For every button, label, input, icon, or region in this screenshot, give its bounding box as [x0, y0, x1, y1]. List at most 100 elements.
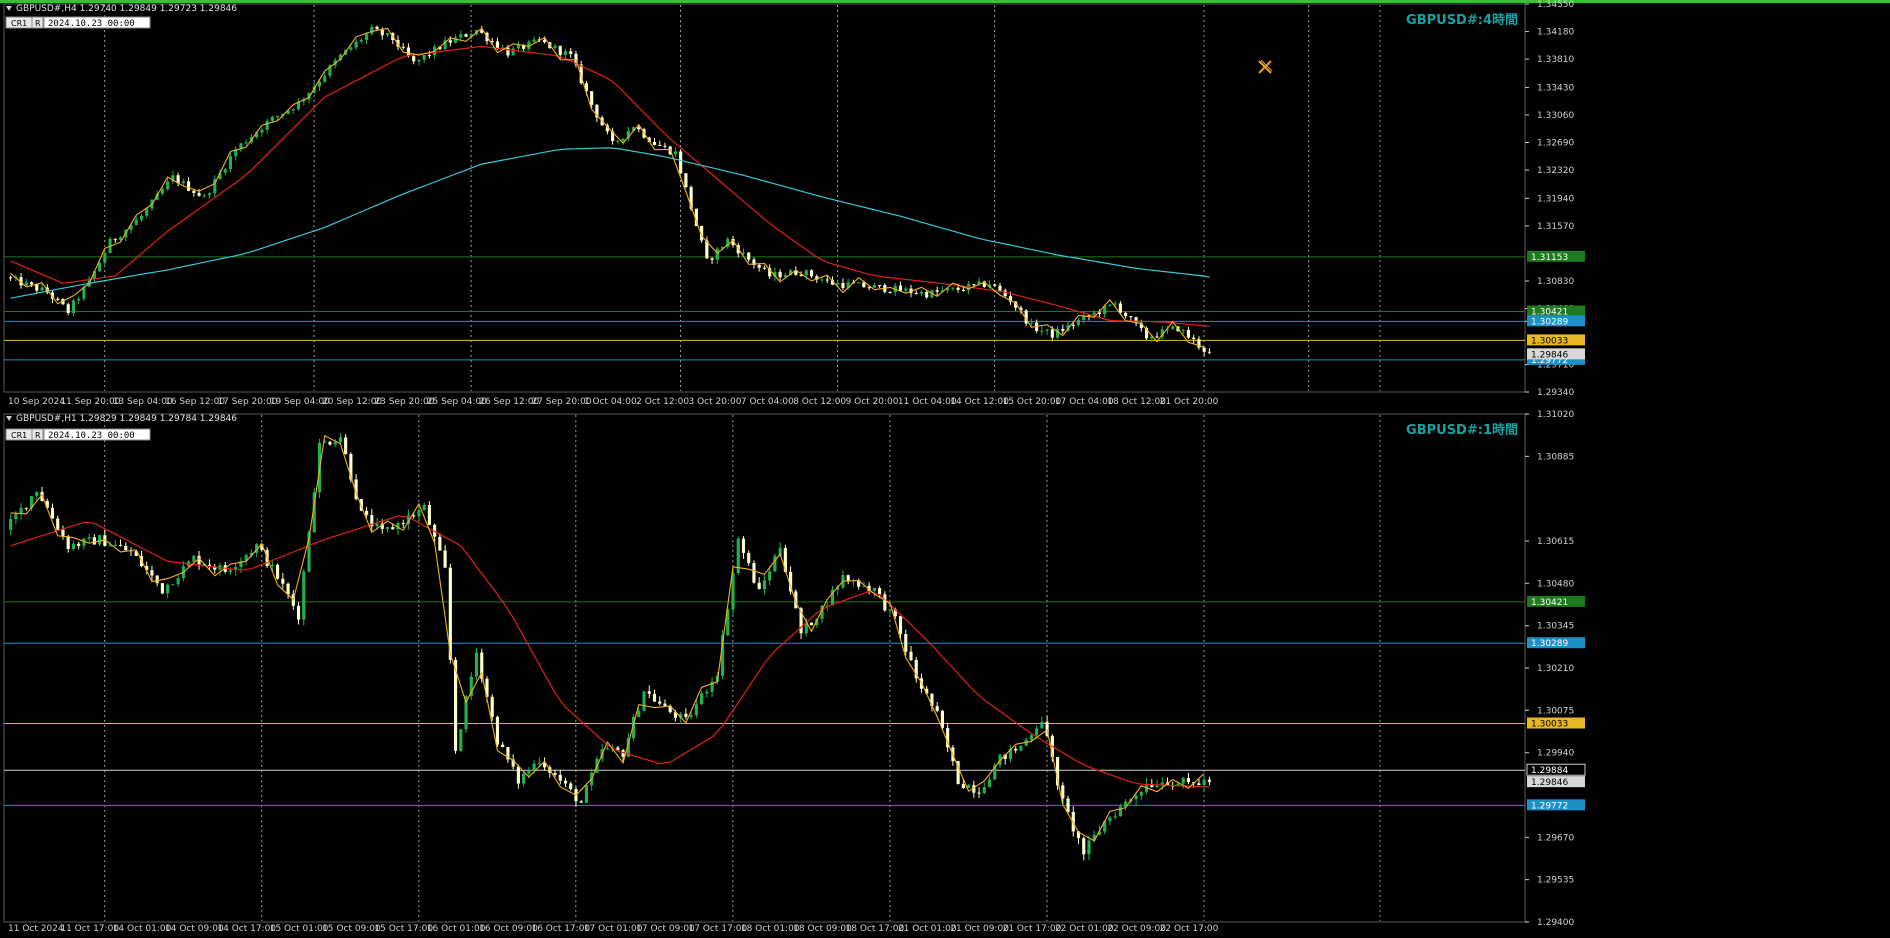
x-tick-label: 14 Oct 01:00	[113, 924, 172, 934]
candle-body	[663, 145, 667, 147]
candle-body	[270, 116, 274, 121]
candle-body	[228, 570, 233, 572]
triangle-down-icon[interactable]	[6, 416, 12, 421]
candle-body	[202, 195, 206, 197]
candle-body	[417, 59, 421, 62]
x-tick-label: 26 Sep 12:00	[479, 397, 539, 407]
candle-body	[563, 51, 568, 56]
triangle-down-icon[interactable]	[6, 6, 12, 11]
candle-body	[412, 56, 416, 62]
current-price-label: 1.29846	[1531, 350, 1568, 360]
candle-body	[1029, 322, 1033, 324]
candle-body	[365, 510, 369, 516]
x-tick-label: 22 Oct 17:00	[1160, 924, 1219, 934]
candle-body	[98, 535, 102, 545]
y-tick-label: 1.29340	[1537, 388, 1574, 398]
candle-body	[417, 509, 421, 517]
x-tick-label: 20 Sep 12:00	[322, 397, 382, 407]
x-tick-label: 21 Oct 17:00	[1003, 924, 1062, 934]
candle-body	[652, 141, 657, 145]
candle-body	[291, 109, 295, 111]
candle-body	[809, 270, 814, 277]
candle-body	[380, 29, 384, 36]
candle-body	[401, 46, 405, 48]
candle-body	[888, 291, 892, 293]
candle-body	[516, 44, 520, 49]
h4-chart-panel[interactable]: 10 Sep 202411 Sep 20:0013 Sep 04:0016 Se…	[3, 0, 1585, 407]
candle-body	[558, 774, 562, 781]
candle-body	[333, 442, 337, 445]
candle-body	[621, 138, 625, 141]
x-tick-label: 15 Oct 17:00	[374, 924, 433, 934]
y-tick-label: 1.30480	[1537, 579, 1574, 589]
candle-body	[867, 287, 871, 289]
y-tick-label: 1.29535	[1537, 876, 1574, 886]
candle-body	[134, 219, 138, 226]
chart-canvas[interactable]: 10 Sep 202411 Sep 20:0013 Sep 04:0016 Se…	[0, 0, 1890, 934]
candle-body	[1113, 303, 1117, 305]
candle-body	[401, 523, 405, 525]
candle-body	[553, 772, 557, 775]
x-tick-label: 18 Oct 17:00	[846, 924, 905, 934]
candle-body	[495, 716, 500, 745]
candle-body	[490, 696, 494, 717]
x-tick-label: 16 Oct 01:00	[427, 924, 486, 934]
candle-body	[1207, 351, 1211, 353]
candle-body	[506, 47, 510, 56]
candle-body	[160, 189, 164, 194]
candle-body	[522, 773, 526, 784]
candle-body	[987, 779, 992, 788]
candle-body	[50, 507, 55, 519]
y-tick-label: 1.33430	[1537, 83, 1574, 93]
h1-chart-panel[interactable]: 11 Oct 202411 Oct 17:0014 Oct 01:0014 Oc…	[3, 410, 1586, 934]
frame-top-bar	[0, 0, 1890, 3]
candle-body	[689, 715, 693, 717]
candle-body	[527, 770, 531, 774]
candle-body	[40, 287, 44, 291]
candle-body	[1061, 785, 1065, 799]
candle-body	[705, 691, 709, 694]
crosshair-cursor-icon	[1258, 59, 1273, 74]
candle-body	[276, 116, 280, 118]
candle-body	[187, 181, 191, 191]
candle-body	[972, 284, 976, 286]
candle-body	[150, 570, 154, 576]
candle-body	[1040, 330, 1044, 332]
candle-body	[778, 271, 782, 278]
candle-body	[71, 543, 76, 549]
price-level-label: 1.30033	[1531, 720, 1568, 730]
x-tick-label: 17 Oct 17:00	[689, 924, 748, 934]
candle-body	[663, 703, 667, 706]
x-tick-label: 27 Sep 20:00	[531, 397, 591, 407]
x-tick-label: 25 Sep 04:00	[427, 397, 487, 407]
candle-body	[171, 584, 175, 586]
candle-body	[1014, 748, 1018, 751]
candle-body	[836, 282, 840, 285]
candle-body	[804, 270, 808, 276]
candle-body	[160, 583, 164, 594]
candle-body	[935, 290, 939, 292]
candle-body	[1019, 745, 1023, 751]
candle-body	[773, 555, 777, 572]
candle-body	[302, 571, 306, 620]
candle-body	[145, 208, 149, 216]
candle-body	[1202, 779, 1206, 786]
x-tick-label: 22 Oct 01:00	[1055, 924, 1114, 934]
candle-body	[956, 287, 960, 290]
x-tick-label: 16 Sep 12:00	[165, 397, 225, 407]
candle-body	[1129, 316, 1133, 318]
candle-body	[459, 34, 463, 38]
candle-body	[443, 550, 447, 568]
candle-body	[296, 605, 301, 620]
candle-body	[1155, 336, 1159, 338]
candle-body	[354, 41, 358, 48]
candle-body	[385, 527, 390, 530]
candle-body	[673, 151, 678, 155]
price-level-label: 1.30289	[1531, 317, 1568, 327]
candle-body	[260, 129, 264, 133]
candle-body	[710, 258, 714, 260]
candle-body	[197, 192, 201, 196]
x-tick-label: 17 Oct 09:00	[636, 924, 695, 934]
candle-body	[29, 282, 34, 285]
candle-body	[961, 289, 965, 291]
